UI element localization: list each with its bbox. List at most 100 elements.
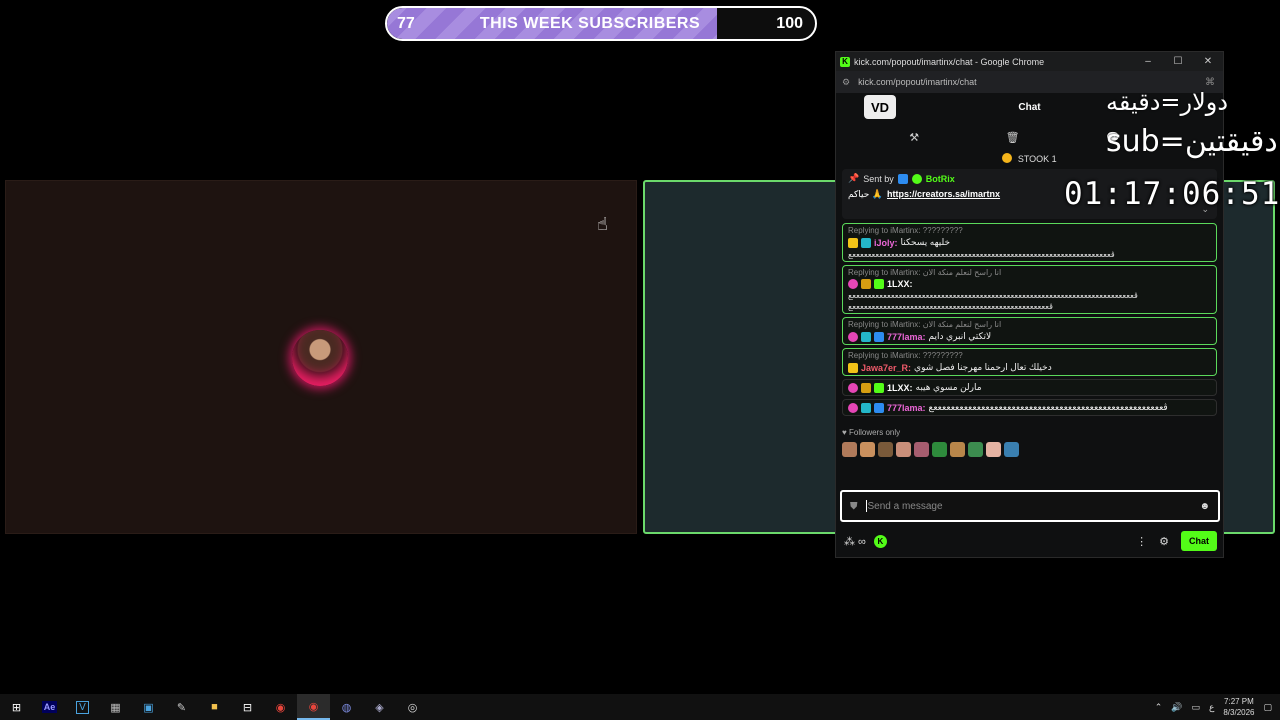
language-indicator[interactable]: ع (1209, 702, 1214, 713)
after-effects-icon[interactable]: Ae (33, 694, 66, 720)
more-options-icon[interactable]: ⋮ (1136, 535, 1147, 548)
subscriber-goal-bar: 77 THIS WEEK SUBSCRIBERS 100 (385, 6, 817, 41)
chat-message[interactable]: 1LXX: مارلن مسوي هيبه (842, 379, 1217, 396)
followers-only-label: Followers only (848, 428, 901, 437)
calculator-icon[interactable]: ▦ (99, 694, 132, 720)
translate-icon[interactable]: ⌘ (1205, 77, 1215, 88)
pen-icon[interactable]: ✎ (165, 694, 198, 720)
pinned-link[interactable]: https://creators.sa/imartnx (887, 189, 1000, 200)
reply-context[interactable]: Replying to iMartinx: انا راسح لنعلم منك… (848, 320, 1211, 329)
chat-username[interactable]: 777lama: (887, 332, 926, 342)
notifications-icon[interactable]: ▢ (1263, 702, 1272, 713)
settings-gear-icon[interactable]: ⚙ (1159, 535, 1169, 548)
user-badge-icon (874, 382, 884, 393)
chat-username[interactable]: 1LXX: (887, 383, 913, 393)
stream-layout: 77 THIS WEEK SUBSCRIBERS 100 ☝ K kick.co… (0, 0, 1280, 720)
kick-points-icon[interactable]: K (873, 534, 887, 548)
site-info-icon[interactable]: ⚙ (842, 77, 850, 88)
store-icon[interactable]: ▣ (132, 694, 165, 720)
file-explorer-icon[interactable]: ■ (198, 694, 231, 720)
pin-icon: 📌 (848, 173, 860, 183)
chat-username[interactable]: iJoly: (874, 238, 898, 248)
shield-icon[interactable]: ⛊ (850, 501, 858, 512)
reply-context[interactable]: Replying to iMartinx: ????????? (848, 226, 1211, 235)
chat-message-text: ڨععععععععععععععععععععععععععععععععععععععع… (928, 402, 1168, 412)
chat-message[interactable]: 777lama: ڨععععععععععععععععععععععععععععععع… (842, 399, 1217, 416)
visual-studio-icon[interactable]: V (66, 694, 99, 720)
chat-header-title: Chat (1018, 101, 1041, 113)
points-icon[interactable]: ⁂ ∞ (844, 535, 866, 548)
emoji-picker-icon[interactable]: ☻ (1199, 501, 1210, 512)
chat-message[interactable]: Replying to iMartinx: انا راسح لنعلم منك… (842, 265, 1217, 314)
user-badge-icon (848, 362, 858, 373)
volume-icon[interactable]: 🔊 (1171, 702, 1182, 713)
close-button[interactable]: ✕ (1193, 56, 1223, 67)
clock-date: 8/3/2026 (1223, 708, 1255, 717)
chevron-up-icon[interactable]: ⌃ (1155, 702, 1163, 713)
emote-icon[interactable] (914, 442, 929, 457)
user-badge-icon (861, 402, 871, 413)
send-chat-button[interactable]: Chat (1181, 531, 1217, 551)
chat-username[interactable]: 1LXX: (887, 279, 913, 289)
user-badge-icon (861, 331, 871, 342)
subathon-timer: 01:17:06:51 (1064, 176, 1280, 212)
coin-icon (1002, 153, 1013, 163)
chrome-active-icon[interactable]: ◉ (297, 694, 330, 720)
chat-message[interactable]: Replying to iMartinx: ????????? iJoly: خلي… (842, 223, 1217, 262)
start-icon[interactable]: ⊞ (0, 694, 33, 720)
leaderboard-user: STOOK (1017, 154, 1050, 164)
window-title: kick.com/popout/imartinx/chat - Google C… (854, 56, 1045, 67)
chat-message-list[interactable]: Replying to iMartinx: ????????? iJoly: خلي… (842, 223, 1217, 416)
user-badge-icon (848, 237, 858, 248)
maximize-button[interactable]: ☐ (1163, 56, 1193, 67)
window-titlebar[interactable]: K kick.com/popout/imartinx/chat - Google… (836, 52, 1223, 71)
chat-message[interactable]: Replying to iMartinx: ????????? Jawa7er_R… (842, 348, 1217, 376)
chat-message-continuation: ڨععععععععععععععععععععععععععععععععععععععع… (848, 291, 1139, 300)
store-bag-icon[interactable]: ⊟ (231, 694, 264, 720)
sub-rate-text: sub=دقيقتين (1106, 124, 1278, 159)
chat-message[interactable]: Replying to iMartinx: انا راسح لنعلم منك… (842, 317, 1217, 345)
user-badge-icon (861, 279, 871, 289)
chat-message-continuation: ڨععععععععععععععععععععععععععععععععععععععع… (848, 250, 1116, 259)
system-clock[interactable]: 7:27 PM 8/3/2026 (1223, 696, 1254, 718)
kick-favicon-icon: K (840, 56, 850, 67)
emote-icon[interactable] (860, 442, 875, 457)
obs-icon[interactable]: ◎ (396, 694, 429, 720)
pinned-bot-name[interactable]: BotRix (926, 174, 955, 184)
followers-only-notice: ♥ Followers only (842, 428, 1217, 457)
chrome-icon[interactable]: ◉ (264, 694, 297, 720)
emote-icon[interactable] (878, 442, 893, 457)
clock-time: 7:27 PM (1224, 697, 1254, 706)
user-badge-icon (848, 402, 858, 413)
emote-icon[interactable] (896, 442, 911, 457)
chat-username[interactable]: 777lama: (887, 403, 926, 413)
user-badge-icon (848, 382, 858, 393)
emote-icon[interactable] (1004, 442, 1019, 457)
minimize-button[interactable]: – (1133, 56, 1163, 67)
emote-icon[interactable] (932, 442, 947, 457)
channel-logo-icon[interactable]: VD (864, 95, 896, 119)
pinned-sent-by: Sent by (863, 173, 894, 184)
hammer-icon[interactable]: ⚒ (909, 131, 919, 144)
streamer-avatar (292, 330, 348, 386)
user-badge-icon (874, 331, 884, 342)
text-caret (865, 500, 867, 512)
message-placeholder: Send a message (867, 500, 943, 512)
user-badge-icon (848, 331, 858, 342)
emote-icon[interactable] (986, 442, 1001, 457)
emote-icon[interactable] (968, 442, 983, 457)
chat-message-text: لاتكتي انبري دايم (928, 331, 992, 341)
heart-icon: ♥ (842, 428, 847, 437)
trash-icon[interactable]: 🗑 (1006, 131, 1020, 144)
message-input[interactable]: ⛊ Send a message ☻ (840, 490, 1220, 522)
recent-emotes (842, 442, 1217, 457)
emote-icon[interactable] (950, 442, 965, 457)
steam-icon[interactable]: ◈ (363, 694, 396, 720)
reply-context[interactable]: Replying to iMartinx: ????????? (848, 351, 1211, 360)
chat-username[interactable]: Jawa7er_R: (861, 363, 911, 373)
address-url: kick.com/popout/imartinx/chat (858, 77, 977, 87)
network-icon[interactable]: ▭ (1191, 702, 1200, 713)
emote-icon[interactable] (842, 442, 857, 457)
discord-icon[interactable]: ◍ (330, 694, 363, 720)
reply-context[interactable]: Replying to iMartinx: انا راسح لنعلم منك… (848, 268, 1211, 277)
